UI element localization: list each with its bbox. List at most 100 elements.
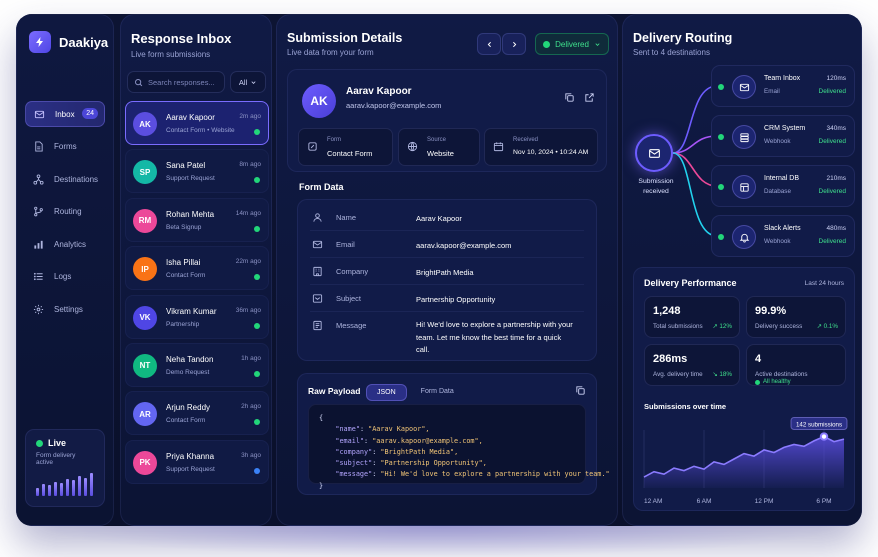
sender-name: Isha Pillai [166,258,201,268]
field-label: Email [336,240,355,249]
code-line: "subject": "Partnership Opportunity", [335,459,487,468]
contact-name: Aarav Kapoor [346,86,412,97]
bar-chart-icon [33,239,44,250]
nav-item-analytics[interactable]: Analytics [25,231,105,257]
inbox-item[interactable]: PK Priya Khanna Support Request 3h ago [125,439,269,484]
code-line: "email": "aarav.kapoor@example.com", [335,436,483,445]
timestamp: 36m ago [235,306,261,314]
status-dot-icon [543,40,551,48]
code-line: "name": "Aarav Kapoor", [335,425,430,434]
destination-name: Team Inbox [764,75,801,82]
inbox-list: AK Aarav Kapoor Contact Form • Website 2m a… [125,101,269,488]
field-label: Subject [336,294,362,303]
chevron-down-icon [594,41,601,48]
sender-name: Sana Patel [166,161,206,171]
external-link-icon[interactable] [584,92,595,103]
destination-team-inbox[interactable]: Team Inbox Email 120ms Delivered [711,65,855,107]
activity-bar [78,475,81,496]
destination-slack-alerts[interactable]: Slack Alerts Webhook 480ms Delivered [711,215,855,257]
activity-bar [36,487,39,496]
filter-select[interactable]: All [230,71,266,93]
inbox-item[interactable]: VK Vikram Kumar Partnership 36m ago [125,294,269,339]
sender-name: Neha Tandon [166,354,214,364]
destination-status: Delivered [818,238,846,245]
nav-item-forms[interactable]: Forms [25,134,105,160]
chevron-down-icon [250,79,257,86]
nav-item-destinations[interactable]: Destinations [25,166,105,192]
destination-latency: 340ms [826,125,846,132]
timestamp: 3h ago [241,451,261,459]
status-dot-icon [718,84,724,90]
avatar: AK [133,112,157,136]
form-icon [307,141,318,152]
status-dot-icon [755,379,760,385]
status-dropdown[interactable]: Delivered [535,33,609,55]
nav-item-settings[interactable]: Settings [25,297,105,323]
destination-internal-db[interactable]: Internal DB Database 210ms Delivered [711,165,855,207]
field-value: Aarav Kapoor [416,214,462,223]
inbox-item[interactable]: NT Neha Tandon Demo Request 1h ago [125,342,269,387]
stat-delivery-success: 99.9% Delivery success ↗ 0.1% [746,296,846,338]
activity-bar [60,482,63,496]
previous-button[interactable] [477,33,501,55]
contact-avatar: AK [302,84,336,118]
copy-icon[interactable] [564,92,575,103]
filter-value: All [238,77,248,87]
destination-type: Database [764,188,791,195]
search-box[interactable] [127,71,225,93]
message-icon [312,320,323,331]
nav-item-inbox[interactable]: Inbox 24 [25,101,105,127]
meta-form: Form Contact Form [298,128,393,166]
form-data-card: Name Aarav Kapoor Email aarav.kapoor@exa… [297,199,597,361]
inbox-item[interactable]: IP Isha Pillai Contact Form 22m ago [125,246,269,291]
sender-name: Priya Khanna [166,451,215,461]
status-dot-icon [718,184,724,190]
mail-icon [312,239,323,250]
timestamp: 1h ago [241,354,261,362]
tab-json[interactable]: JSON [366,384,407,401]
avatar: RM [133,208,157,233]
mail-icon [648,147,661,160]
field-row-subject: Subject Partnership Opportunity [310,285,584,312]
status-dot-icon [254,225,260,232]
field-row-company: Company BrightPath Media [310,258,584,285]
building-icon [312,266,323,277]
inbox-item[interactable]: RM Rohan Mehta Beta Signup 14m ago [125,197,269,242]
delivery-performance-card: Delivery Performance Last 24 hours 1,248… [633,267,855,511]
form-name: Beta Signup [166,223,202,231]
inbox-item[interactable]: AK Aarav Kapoor Contact Form • Website 2m a… [125,101,269,145]
next-button[interactable] [502,33,526,55]
sender-name: Arjun Reddy [166,403,211,413]
meta-label: Form [327,137,341,143]
field-row-message: Message Hi! We'd love to explore a partn… [310,312,584,358]
destination-name: Slack Alerts [764,225,801,232]
inbox-item[interactable]: AR Arjun Reddy Contact Form 2h ago [125,391,269,436]
tab-form-data[interactable]: Form Data [411,384,464,401]
mail-icon [732,75,756,99]
sender-name: Aarav Kapoor [166,113,215,122]
sender-name: Vikram Kumar [166,306,217,316]
nav-label: Destinations [54,174,99,184]
globe-icon [407,141,418,152]
tooltip-label: 142 submissions [796,422,842,429]
inbox-item[interactable]: SP Sana Patel Support Request 8m ago [125,149,269,194]
stat-delta: ↗ 0.1% [816,323,838,330]
details-subtitle: Live data from your form [287,48,374,57]
search-input[interactable] [148,77,218,87]
nav-label: Inbox [55,109,75,119]
form-data-title: Form Data [299,182,344,192]
delivery-routing-panel: Delivery Routing Sent to 4 destinations … [622,14,862,526]
nav-item-routing[interactable]: Routing [25,199,105,225]
form-name: Support Request [166,175,215,183]
nav-item-logs[interactable]: Logs [25,264,105,290]
destination-crm-system[interactable]: CRM System Webhook 340ms Delivered [711,115,855,157]
form-name: Contact Form • Website [166,127,235,134]
highlight-point[interactable] [819,432,829,441]
x-tick-label: 12 PM [755,498,774,505]
copy-icon[interactable] [575,385,586,396]
live-subtitle: Form delivery active [36,452,76,466]
stat-value: 99.9% [755,305,787,317]
performance-title: Delivery Performance [644,278,737,288]
timestamp: 14m ago [235,209,261,217]
live-status-card: Live Form delivery active [25,429,105,507]
